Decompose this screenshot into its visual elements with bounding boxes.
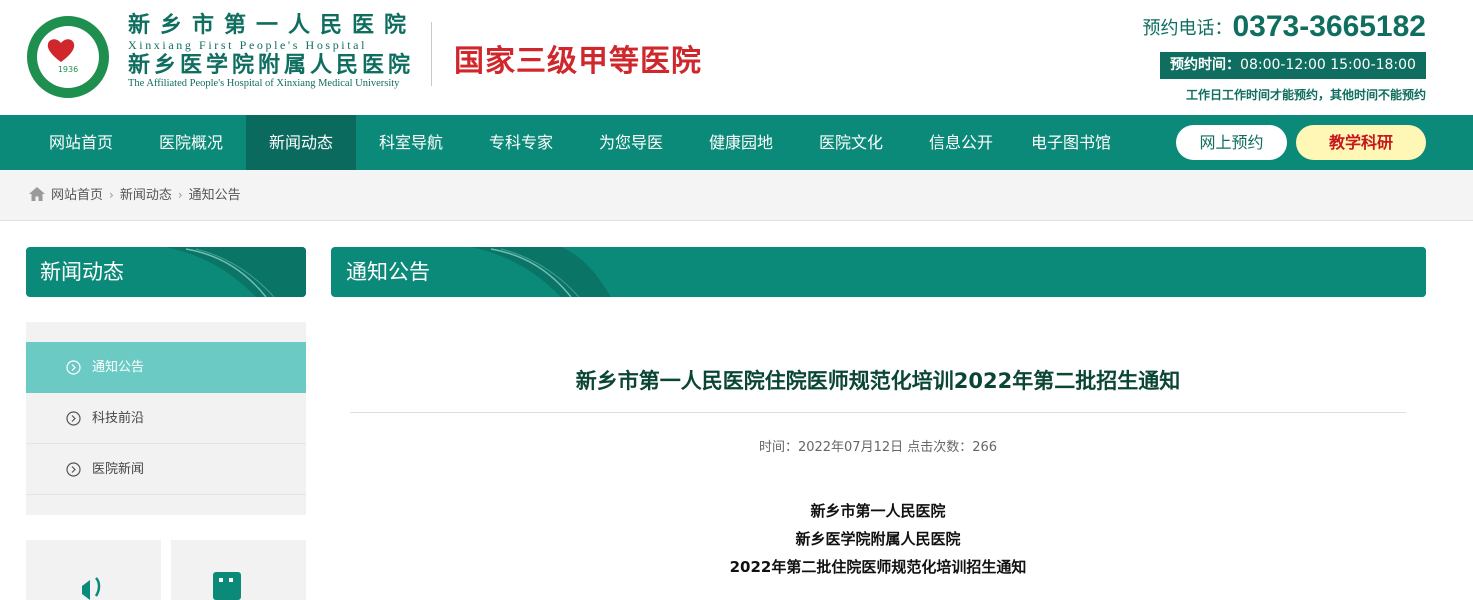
phone-label: 预约电话： xyxy=(1142,18,1233,39)
nav-departments[interactable]: 科室导航 xyxy=(356,115,466,170)
sidebar-item-label: 通知公告 xyxy=(92,360,145,375)
affiliated-name-cn: 新乡医学院附属人民医院 xyxy=(128,52,415,78)
quick-link-tile[interactable] xyxy=(171,540,306,600)
breadcrumb: 网站首页 › 新闻动态 › 通知公告 xyxy=(29,170,241,221)
article-body-line: 2022年第二批住院医师规范化培训招生通知 xyxy=(729,558,1027,576)
content-header: 通知公告 xyxy=(331,247,1426,297)
online-booking-button[interactable]: 网上预约 xyxy=(1176,125,1287,160)
sidebar-header: 新闻动态 xyxy=(26,247,306,297)
breadcrumb-current[interactable]: 通知公告 xyxy=(189,188,241,203)
header-divider xyxy=(431,22,432,86)
sidebar-item-label: 医院新闻 xyxy=(92,462,145,477)
sidebar-menu: 通知公告 科技前沿 医院新闻 xyxy=(26,322,306,515)
hospital-name-cn: 新乡市第一人民医院 xyxy=(128,12,417,38)
site-header: 1936 新乡市第一人民医院 Xinxiang First People's H… xyxy=(0,0,1473,115)
breadcrumb-separator-icon: › xyxy=(177,188,183,202)
nav-culture[interactable]: 医院文化 xyxy=(796,115,906,170)
circle-arrow-right-icon xyxy=(66,411,81,426)
nav-disclosure[interactable]: 信息公开 xyxy=(906,115,1016,170)
header-wave-decoration xyxy=(166,247,306,297)
article-meta: 时间：2022年07月12日 点击次数：266 xyxy=(758,440,998,455)
nav-guide[interactable]: 为您导医 xyxy=(576,115,686,170)
hours-value: 08:00-12:00 15:00-18:00 xyxy=(1240,57,1416,73)
hospital-grade: 国家三级甲等医院 xyxy=(454,44,702,79)
hospital-name-block[interactable]: 新乡市第一人民医院 Xinxiang First People's Hospit… xyxy=(128,12,418,90)
title-divider xyxy=(350,412,1406,413)
teaching-research-button[interactable]: 教学科研 xyxy=(1296,125,1426,160)
sidebar-title: 新闻动态 xyxy=(40,260,124,284)
hours-note: 工作日工作时间才能预约，其他时间不能预约 xyxy=(1185,88,1426,102)
sidebar-item-notices[interactable]: 通知公告 xyxy=(26,342,306,393)
booking-phone: 预约电话：0373-3665182 xyxy=(1142,10,1426,44)
article-body-line: 新乡医学院附属人民医院 xyxy=(795,530,961,548)
header-wave-decoration xyxy=(471,247,611,297)
circle-arrow-right-icon xyxy=(66,360,81,375)
article-title: 新乡市第一人民医院住院医师规范化培训2022年第二批招生通知 xyxy=(575,369,1181,393)
nav-news[interactable]: 新闻动态 xyxy=(246,115,356,170)
affiliated-name-en: The Affiliated People's Hospital of Xinx… xyxy=(128,78,400,89)
breadcrumb-separator-icon: › xyxy=(109,188,114,202)
section-title: 通知公告 xyxy=(346,260,430,284)
logo-year: 1936 xyxy=(57,65,79,74)
booking-hours: 预约时间：08:00-12:00 15:00-18:00 xyxy=(1160,52,1426,79)
nav-experts[interactable]: 专科专家 xyxy=(466,115,576,170)
nav-about[interactable]: 医院概况 xyxy=(136,115,246,170)
sidebar-item-hospital-news[interactable]: 医院新闻 xyxy=(26,444,306,495)
speaker-icon xyxy=(82,577,101,600)
phone-number: 0373-3665182 xyxy=(1232,10,1426,43)
circle-arrow-right-icon xyxy=(66,462,81,477)
heart-icon xyxy=(47,39,75,62)
hours-label: 预约时间： xyxy=(1170,57,1241,73)
sidebar-item-tech-frontier[interactable]: 科技前沿 xyxy=(26,393,306,444)
nav-library[interactable]: 电子图书馆 xyxy=(1016,115,1126,170)
home-icon xyxy=(29,187,45,201)
header-wave-decoration xyxy=(471,247,1426,297)
main-nav: 网站首页 医院概况 新闻动态 科室导航 专科专家 为您导医 健康园地 医院文化 … xyxy=(0,115,1473,170)
nav-health[interactable]: 健康园地 xyxy=(686,115,796,170)
calendar-icon xyxy=(213,572,241,600)
sidebar-item-label: 科技前沿 xyxy=(92,411,145,426)
breadcrumb-bar: 网站首页 › 新闻动态 › 通知公告 xyxy=(0,170,1473,221)
hospital-logo[interactable]: 1936 xyxy=(27,16,109,98)
nav-home[interactable]: 网站首页 xyxy=(26,115,136,170)
quick-link-tile[interactable] xyxy=(26,540,161,600)
breadcrumb-home[interactable]: 网站首页 xyxy=(51,188,103,203)
article-body-line: 新乡市第一人民医院 xyxy=(810,502,946,520)
hospital-name-en: Xinxiang First People's Hospital xyxy=(128,38,368,52)
breadcrumb-news[interactable]: 新闻动态 xyxy=(120,188,172,203)
